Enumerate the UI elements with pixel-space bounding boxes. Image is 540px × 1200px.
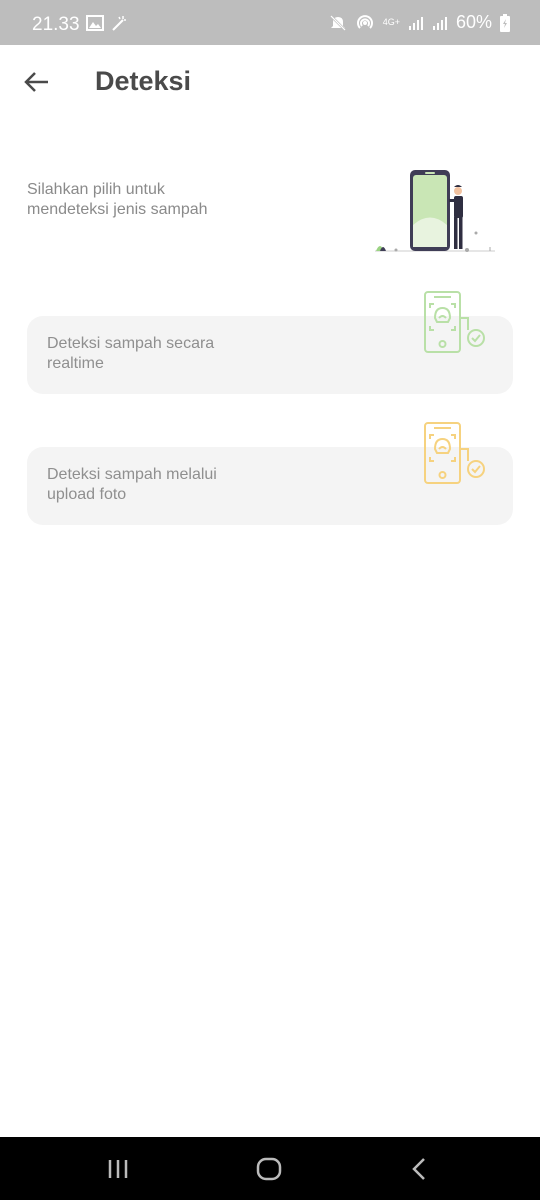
magic-wand-icon <box>112 16 126 31</box>
status-time: 21.33 <box>32 14 80 35</box>
network-type: 4G+ <box>382 17 400 27</box>
page-title: Deteksi <box>95 66 192 96</box>
back-icon <box>412 1158 425 1180</box>
status-left-icons <box>86 15 128 33</box>
status-bar: 21.33 4G+ 60% <box>0 0 540 45</box>
person-phone-illustration <box>375 170 495 252</box>
upload-detection-label: Deteksi sampah melalui upload foto <box>47 466 217 503</box>
battery-percent: 60% <box>455 12 492 32</box>
system-nav-bar <box>0 1137 540 1200</box>
intro-text: Silahkan pilih untuk mendeteksi jenis sa… <box>27 181 208 218</box>
signal-icon <box>408 16 423 30</box>
home-icon <box>256 1157 282 1181</box>
mute-icon <box>329 14 346 31</box>
phone-scan-check-icon <box>424 291 485 353</box>
recent-apps-icon <box>108 1160 128 1178</box>
home-button[interactable] <box>254 1155 284 1183</box>
app-bar: Deteksi <box>0 45 540 117</box>
phone-scan-check-icon <box>424 422 485 484</box>
battery-icon <box>500 13 510 32</box>
arrow-left-icon <box>24 72 48 92</box>
nav-back-button[interactable] <box>404 1155 434 1183</box>
status-right: 4G+ 60% <box>329 12 510 33</box>
back-button[interactable] <box>22 67 52 97</box>
image-icon <box>86 15 104 31</box>
recent-apps-button[interactable] <box>104 1155 134 1183</box>
realtime-detection-label: Deteksi sampah secara realtime <box>47 335 215 372</box>
hotspot-icon <box>356 14 373 29</box>
signal-icon <box>432 16 447 30</box>
